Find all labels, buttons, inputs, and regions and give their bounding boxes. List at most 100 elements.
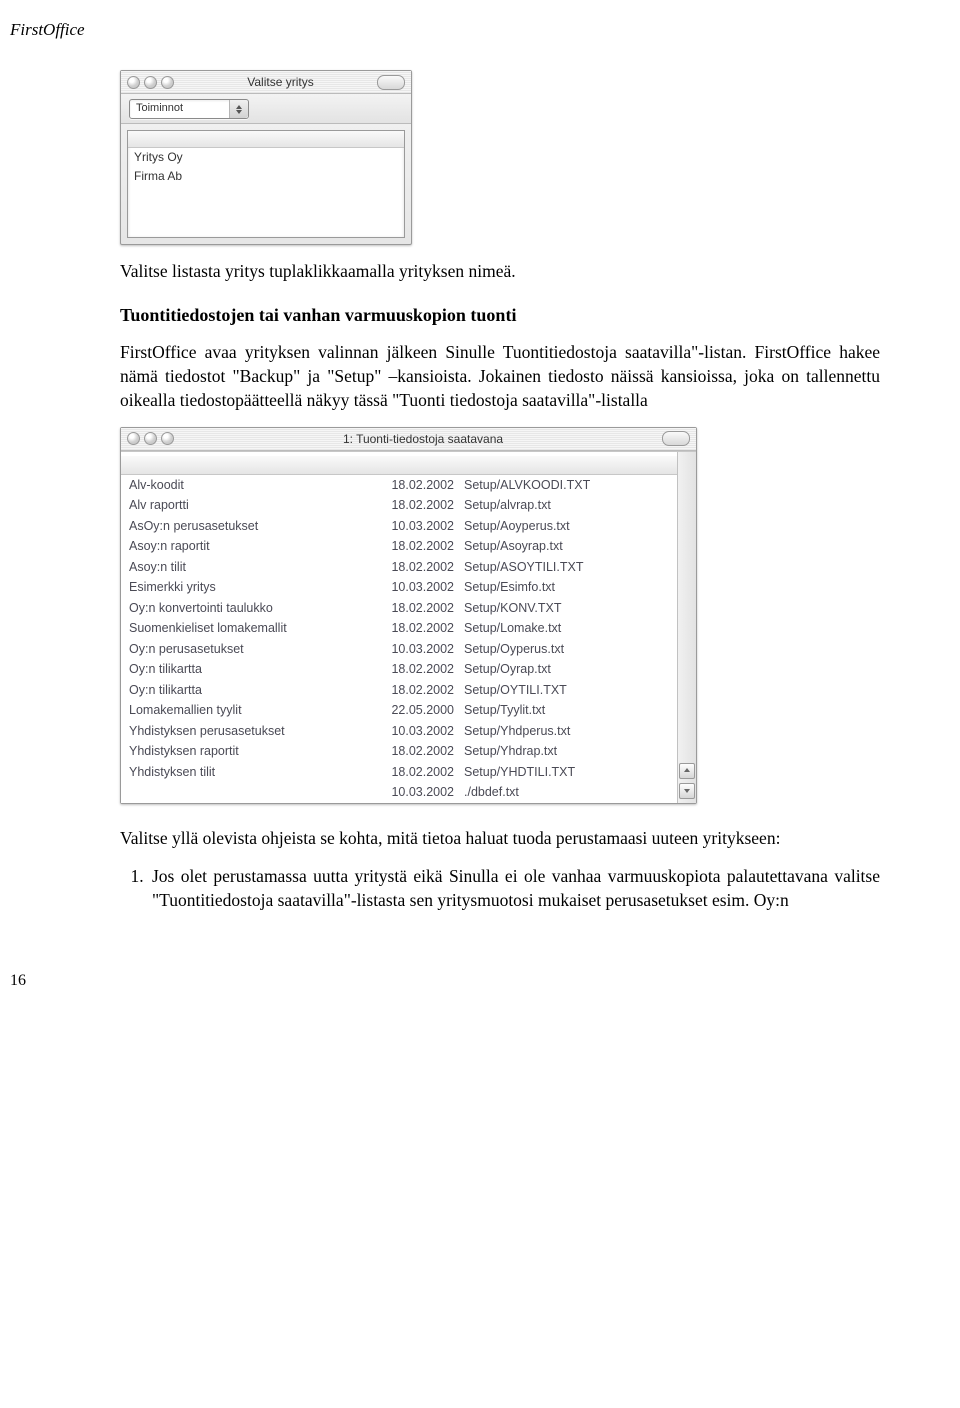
dropdown-stepper-icon[interactable] [229, 100, 248, 118]
file-name: Yhdistyksen tilit [129, 763, 359, 782]
list-item[interactable]: Asoy:n raportit18.02.2002Setup/Asoyrap.t… [121, 536, 677, 557]
file-path: Setup/Lomake.txt [464, 619, 669, 638]
file-name: Lomakemallien tyylit [129, 701, 359, 720]
running-header: FirstOffice [10, 20, 880, 40]
list-header [128, 131, 404, 148]
file-path: Setup/Aoyperus.txt [464, 517, 669, 536]
file-name: Suomenkieliset lomakemallit [129, 619, 359, 638]
numbered-list: Jos olet perustamassa uutta yritystä eik… [120, 864, 880, 912]
list-item[interactable]: Lomakemallien tyylit22.05.2000Setup/Tyyl… [121, 700, 677, 721]
paragraph: Valitse listasta yritys tuplaklikkaamall… [120, 259, 880, 283]
file-path: Setup/Yhdperus.txt [464, 722, 669, 741]
list-item[interactable]: Oy:n tilikartta18.02.2002Setup/OYTILI.TX… [121, 680, 677, 701]
window-controls[interactable] [127, 76, 174, 89]
file-name: Alv-koodit [129, 476, 359, 495]
file-date: 18.02.2002 [359, 558, 464, 577]
window-controls[interactable] [127, 432, 174, 445]
paragraph: Valitse yllä olevista ohjeista se kohta,… [120, 826, 880, 850]
file-date: 10.03.2002 [359, 517, 464, 536]
list-item[interactable]: Suomenkieliset lomakemallit18.02.2002Set… [121, 618, 677, 639]
list-item[interactable]: Oy:n tilikartta18.02.2002Setup/Oyrap.txt [121, 659, 677, 680]
list-item[interactable]: Firma Ab [128, 167, 404, 186]
file-name: Alv raportti [129, 496, 359, 515]
file-name: Esimerkki yritys [129, 578, 359, 597]
file-path: Setup/ALVKOODI.TXT [464, 476, 669, 495]
list-item[interactable]: AsOy:n perusasetukset10.03.2002Setup/Aoy… [121, 516, 677, 537]
file-date: 18.02.2002 [359, 496, 464, 515]
file-path: Setup/Esimfo.txt [464, 578, 669, 597]
file-path: Setup/YHDTILI.TXT [464, 763, 669, 782]
file-path: Setup/KONV.TXT [464, 599, 669, 618]
toolbar-toggle-icon[interactable] [662, 431, 690, 446]
file-path: Setup/Tyylit.txt [464, 701, 669, 720]
vertical-scrollbar[interactable] [677, 452, 696, 803]
file-name: Yhdistyksen raportit [129, 742, 359, 761]
file-path: Setup/Asoyrap.txt [464, 537, 669, 556]
file-path: Setup/alvrap.txt [464, 496, 669, 515]
list-item[interactable]: Oy:n konvertointi taulukko18.02.2002Setu… [121, 598, 677, 619]
scroll-up-icon[interactable] [679, 763, 695, 779]
minimize-icon[interactable] [144, 432, 157, 445]
paragraph: FirstOffice avaa yrityksen valinnan jälk… [120, 340, 880, 412]
file-name [129, 783, 359, 802]
window-title: Valitse yritys [184, 75, 377, 89]
file-name: Oy:n perusasetukset [129, 640, 359, 659]
list-item[interactable]: Yhdistyksen perusasetukset10.03.2002Setu… [121, 721, 677, 742]
list-item[interactable]: Alv raportti18.02.2002Setup/alvrap.txt [121, 495, 677, 516]
dropdown-label: Toiminnot [130, 100, 229, 118]
file-path: ./dbdef.txt [464, 783, 669, 802]
file-date: 18.02.2002 [359, 619, 464, 638]
close-icon[interactable] [127, 432, 140, 445]
file-date: 18.02.2002 [359, 763, 464, 782]
list-item[interactable]: Yritys Oy [128, 148, 404, 167]
list-item[interactable]: Oy:n perusasetukset10.03.2002Setup/Oyper… [121, 639, 677, 660]
file-path: Setup/OYTILI.TXT [464, 681, 669, 700]
toiminnot-dropdown[interactable]: Toiminnot [129, 99, 249, 119]
list-item[interactable]: Yhdistyksen tilit18.02.2002Setup/YHDTILI… [121, 762, 677, 783]
window-title: 1: Tuonti-tiedostoja saatavana [184, 432, 662, 446]
file-date: 10.03.2002 [359, 783, 464, 802]
file-date: 18.02.2002 [359, 537, 464, 556]
file-path: Setup/Yhdrap.txt [464, 742, 669, 761]
file-name: AsOy:n perusasetukset [129, 517, 359, 536]
file-date: 18.02.2002 [359, 660, 464, 679]
import-files-window: 1: Tuonti-tiedostoja saatavana Alv-koodi… [120, 427, 697, 804]
file-date: 18.02.2002 [359, 476, 464, 495]
file-date: 18.02.2002 [359, 599, 464, 618]
file-name: Asoy:n tilit [129, 558, 359, 577]
list-item[interactable]: 10.03.2002./dbdef.txt [121, 782, 677, 803]
toolbar-toggle-icon[interactable] [377, 75, 405, 90]
company-list[interactable]: Yritys Oy Firma Ab [127, 130, 405, 238]
list-item[interactable]: Yhdistyksen raportit18.02.2002Setup/Yhdr… [121, 741, 677, 762]
file-path: Setup/ASOYTILI.TXT [464, 558, 669, 577]
zoom-icon[interactable] [161, 76, 174, 89]
list-item: Jos olet perustamassa uutta yritystä eik… [148, 864, 880, 912]
page-number: 16 [10, 972, 880, 990]
close-icon[interactable] [127, 76, 140, 89]
file-name: Yhdistyksen perusasetukset [129, 722, 359, 741]
zoom-icon[interactable] [161, 432, 174, 445]
file-date: 10.03.2002 [359, 640, 464, 659]
window-titlebar[interactable]: Valitse yritys [121, 71, 411, 94]
list-item[interactable]: Asoy:n tilit18.02.2002Setup/ASOYTILI.TXT [121, 557, 677, 578]
subheading: Tuontitiedostojen tai vanhan varmuuskopi… [120, 305, 880, 326]
file-name: Oy:n tilikartta [129, 681, 359, 700]
list-item[interactable]: Esimerkki yritys10.03.2002Setup/Esimfo.t… [121, 577, 677, 598]
select-company-window: Valitse yritys Toiminnot Yritys Oy Firma… [120, 70, 412, 245]
minimize-icon[interactable] [144, 76, 157, 89]
file-path: Setup/Oyperus.txt [464, 640, 669, 659]
list-item[interactable]: Alv-koodit18.02.2002Setup/ALVKOODI.TXT [121, 475, 677, 496]
scroll-down-icon[interactable] [679, 783, 695, 799]
file-date: 10.03.2002 [359, 578, 464, 597]
file-date: 18.02.2002 [359, 742, 464, 761]
file-date: 22.05.2000 [359, 701, 464, 720]
import-file-list[interactable]: Alv-koodit18.02.2002Setup/ALVKOODI.TXTAl… [121, 452, 677, 803]
file-path: Setup/Oyrap.txt [464, 660, 669, 679]
file-name: Oy:n konvertointi taulukko [129, 599, 359, 618]
window-toolbar: Toiminnot [121, 94, 411, 124]
file-name: Oy:n tilikartta [129, 660, 359, 679]
file-date: 10.03.2002 [359, 722, 464, 741]
list-header [121, 456, 677, 475]
window-titlebar[interactable]: 1: Tuonti-tiedostoja saatavana [121, 428, 696, 451]
file-date: 18.02.2002 [359, 681, 464, 700]
